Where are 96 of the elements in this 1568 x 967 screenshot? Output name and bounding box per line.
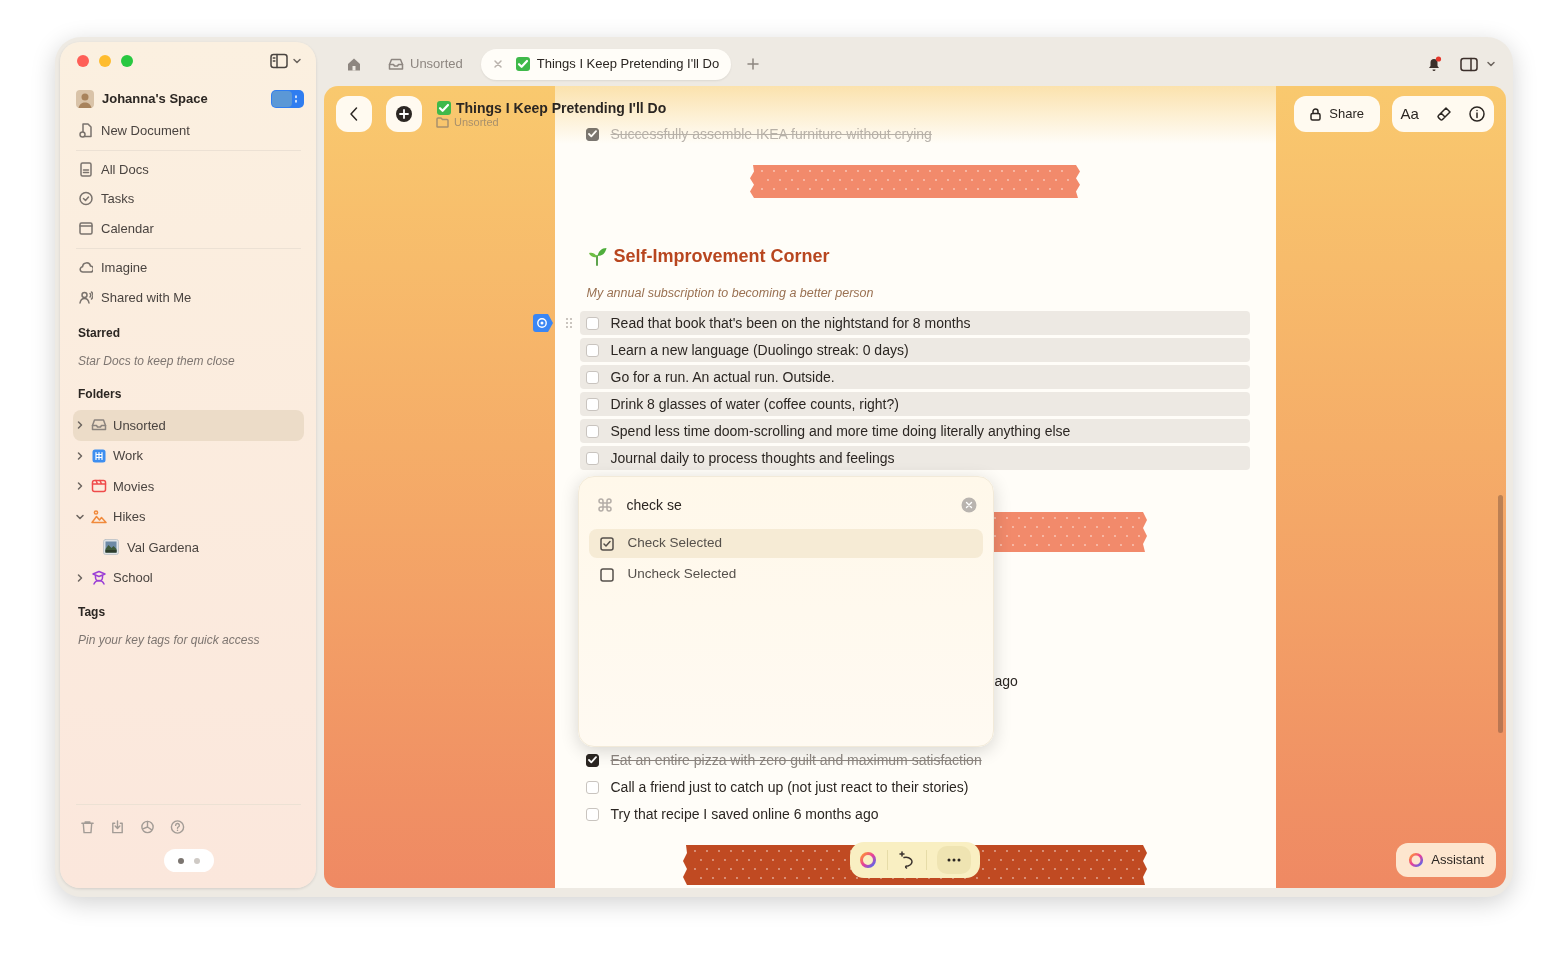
task-item[interactable]: Learn a new language (Duolingo streak: 0 days) bbox=[579, 338, 1250, 362]
task-item[interactable]: Journal daily to process thoughts and feelings bbox=[579, 446, 1250, 470]
checkbox[interactable] bbox=[585, 753, 599, 767]
section-heading: Folders bbox=[77, 386, 123, 403]
document-icon bbox=[79, 161, 93, 177]
info-icon[interactable] bbox=[1469, 106, 1486, 122]
chevron-down-icon[interactable] bbox=[1486, 60, 1496, 68]
sidebar-hint: Pin your key tags for quick access bbox=[77, 632, 261, 649]
task-item[interactable]: Go for a run. An actual run. Outside. bbox=[579, 365, 1250, 389]
command-icon bbox=[596, 497, 613, 513]
task-item[interactable]: Try that recipe I saved online 6 months ago bbox=[579, 802, 1250, 826]
check-box-icon bbox=[514, 56, 531, 72]
command-item[interactable]: Check Selected bbox=[588, 529, 983, 558]
sidebar-item[interactable]: All Docs bbox=[73, 154, 304, 184]
add-button[interactable] bbox=[386, 96, 422, 132]
chevron-icon[interactable] bbox=[75, 481, 85, 492]
section-heading: Self-Improvement Corner bbox=[613, 244, 830, 268]
avatar bbox=[76, 90, 94, 108]
more-button[interactable] bbox=[936, 846, 971, 874]
sidebar-item[interactable]: Imagine bbox=[73, 253, 304, 283]
task-item[interactable]: Spend less time doom-scrolling and more time doing literally anything else bbox=[579, 419, 1250, 443]
folder-item[interactable]: Hikes bbox=[73, 501, 304, 532]
clear-icon[interactable] bbox=[960, 497, 977, 513]
drag-handle-icon[interactable] bbox=[564, 317, 573, 329]
empty-box-icon bbox=[599, 567, 614, 582]
folder-item[interactable]: Movies bbox=[73, 471, 304, 502]
command-item[interactable]: Uncheck Selected bbox=[588, 560, 983, 589]
page-dot[interactable] bbox=[177, 857, 184, 864]
sprout-icon bbox=[587, 246, 608, 266]
section-heading: Starred bbox=[77, 325, 122, 342]
close-button[interactable] bbox=[77, 54, 89, 67]
checkbox[interactable] bbox=[585, 127, 599, 141]
cloud-icon bbox=[79, 260, 93, 276]
folder-icon bbox=[436, 116, 449, 128]
sidebar-item[interactable]: Shared with Me bbox=[73, 282, 304, 312]
graduate-icon bbox=[91, 569, 107, 586]
tab[interactable]: Things I Keep Pretending I'll Do bbox=[480, 48, 732, 80]
task-text: ago bbox=[994, 673, 1018, 689]
sidebar-item[interactable]: Tasks bbox=[73, 184, 304, 214]
folder-item[interactable]: Work bbox=[73, 440, 304, 471]
block-settings-icon[interactable] bbox=[532, 314, 553, 332]
download-icon[interactable] bbox=[110, 819, 125, 835]
lock-icon bbox=[1310, 107, 1322, 121]
task-item[interactable]: Drink 8 glasses of water (coffee counts, right?) bbox=[579, 392, 1250, 416]
checked-box-icon bbox=[599, 536, 614, 551]
minimize-button[interactable] bbox=[99, 54, 111, 67]
calendar-icon bbox=[79, 220, 93, 236]
sidebar-toggle-icon[interactable] bbox=[270, 52, 288, 69]
task-item[interactable]: Read that book that's been on the nightstand for 8 months bbox=[579, 311, 1250, 335]
home-icon[interactable] bbox=[346, 56, 362, 72]
assistant-button[interactable]: Assistant bbox=[1396, 843, 1496, 877]
close-icon[interactable] bbox=[492, 59, 503, 69]
bell-icon[interactable] bbox=[1426, 56, 1442, 72]
brush-icon[interactable] bbox=[1436, 106, 1453, 122]
sidebar-item[interactable]: New Document bbox=[73, 116, 304, 146]
sparkle-lasso-icon[interactable] bbox=[897, 851, 916, 869]
shared-person-icon bbox=[79, 289, 93, 305]
chevron-down-icon[interactable] bbox=[292, 56, 302, 65]
folder-item[interactable]: Val Gardena bbox=[73, 532, 304, 563]
ring-icon bbox=[1408, 852, 1425, 868]
document-title: Things I Keep Pretending I'll Do bbox=[456, 99, 667, 116]
folder-label: Unsorted bbox=[454, 115, 499, 129]
page-dot[interactable] bbox=[193, 857, 200, 864]
chevron-icon[interactable] bbox=[75, 450, 85, 461]
clapperboard-icon bbox=[91, 478, 107, 495]
help-icon[interactable] bbox=[170, 819, 185, 835]
chevron-icon[interactable] bbox=[75, 572, 85, 583]
section-heading: Tags bbox=[77, 604, 107, 621]
trash-icon[interactable] bbox=[80, 819, 95, 835]
task-item[interactable]: Call a friend just to catch up (not just react to their stories) bbox=[579, 775, 1250, 799]
section-subtitle: My annual subscription to becoming a better person bbox=[586, 285, 875, 302]
search-field[interactable]: check se bbox=[626, 493, 947, 517]
check-circle-icon bbox=[79, 191, 93, 207]
back-button[interactable] bbox=[336, 96, 372, 132]
plus-circle-icon bbox=[395, 105, 413, 123]
plus-icon[interactable] bbox=[747, 58, 760, 70]
task-item[interactable]: Eat an entire pizza with zero guilt and maximum satisfaction bbox=[579, 748, 1250, 772]
zoom-button[interactable] bbox=[121, 54, 133, 67]
sidebar-hint: Star Docs to keep them close bbox=[77, 353, 236, 370]
toggle-icon[interactable] bbox=[271, 90, 304, 108]
more-icon bbox=[946, 858, 961, 862]
folder-item[interactable]: School bbox=[73, 562, 304, 593]
building-icon bbox=[91, 447, 107, 464]
chevron-icon[interactable] bbox=[75, 420, 85, 431]
sidebar-item[interactable]: Calendar bbox=[73, 213, 304, 243]
ring-icon[interactable] bbox=[858, 851, 877, 869]
format-button[interactable]: Aa bbox=[1400, 102, 1419, 126]
space-name: Johanna's Space bbox=[102, 90, 209, 109]
mountain-icon bbox=[91, 508, 107, 525]
chevron-left-icon bbox=[349, 106, 359, 122]
layout-icon[interactable] bbox=[1460, 56, 1478, 72]
check-box-icon bbox=[436, 99, 452, 116]
tray-icon bbox=[388, 57, 404, 71]
new-document-icon bbox=[79, 123, 93, 139]
share-button[interactable]: Share bbox=[1294, 96, 1380, 132]
folder-item[interactable]: Unsorted bbox=[73, 410, 304, 441]
